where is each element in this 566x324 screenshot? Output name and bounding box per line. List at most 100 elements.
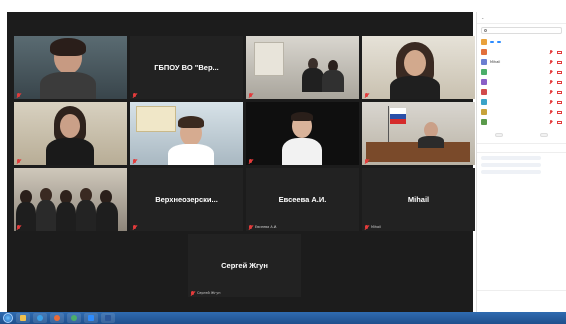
participant-name: Mihail xyxy=(490,60,501,64)
invite-button[interactable] xyxy=(495,133,504,137)
participant-search[interactable] xyxy=(481,27,562,34)
taskbar xyxy=(0,312,566,324)
participant-row[interactable] xyxy=(477,87,566,97)
side-panel: ⌄ Mihail xyxy=(476,12,566,312)
video-tile[interactable] xyxy=(246,102,359,165)
participant-name: Mihail xyxy=(407,195,430,204)
avatar xyxy=(481,109,487,115)
video-tile[interactable]: Mihail Mihail xyxy=(362,168,475,231)
participant-row[interactable]: Mihail xyxy=(477,57,566,67)
video-tile[interactable]: Евсеева А.И. Евсеева А.И. xyxy=(246,168,359,231)
taskbar-app-zoom[interactable] xyxy=(84,313,98,323)
mic-muted-icon xyxy=(364,158,369,164)
participant-name: Евсеева А.И. xyxy=(278,195,327,204)
chrome-icon xyxy=(71,315,77,321)
avatar xyxy=(481,119,487,125)
video-tile[interactable] xyxy=(362,36,475,99)
mic-muted-icon xyxy=(364,224,369,230)
camera-off-icon xyxy=(557,90,562,94)
avatar xyxy=(481,79,487,85)
tile-caption xyxy=(364,158,371,164)
participant-action-button[interactable] xyxy=(497,41,501,43)
taskbar-app-explorer[interactable] xyxy=(16,313,30,323)
chat-header xyxy=(477,143,566,153)
participant-row[interactable] xyxy=(477,37,566,47)
video-tile[interactable] xyxy=(14,36,127,99)
taskbar-app-ie[interactable] xyxy=(33,313,47,323)
document-icon xyxy=(105,315,111,321)
mic-muted-icon xyxy=(549,90,553,94)
mic-muted-icon xyxy=(16,158,21,164)
video-tile[interactable] xyxy=(14,102,127,165)
mic-muted-icon xyxy=(549,120,553,124)
mic-muted-icon xyxy=(190,290,195,296)
mic-muted-icon xyxy=(549,110,553,114)
mic-muted-icon xyxy=(132,92,137,98)
video-tile-active-speaker[interactable] xyxy=(362,102,475,165)
participant-row[interactable] xyxy=(477,97,566,107)
chat-recipient-row xyxy=(477,291,566,295)
mic-muted-icon xyxy=(16,92,21,98)
video-tile[interactable] xyxy=(14,168,127,231)
mic-muted-icon xyxy=(549,70,553,74)
tile-caption xyxy=(248,158,255,164)
video-tile[interactable]: Верхнеозерски... xyxy=(130,168,243,231)
video-tile[interactable]: Сергей Жгун Сергей Жгун xyxy=(188,234,301,297)
camera-off-icon xyxy=(557,110,562,114)
avatar xyxy=(481,69,487,75)
participant-action-button[interactable] xyxy=(490,41,494,43)
chat-message xyxy=(481,163,541,167)
participant-row[interactable] xyxy=(477,117,566,127)
chat-message xyxy=(481,156,541,160)
tile-caption xyxy=(132,224,139,230)
participants-actions xyxy=(477,131,566,139)
chat-message xyxy=(481,170,541,174)
avatar xyxy=(481,59,487,65)
start-button[interactable] xyxy=(3,313,13,323)
mic-muted-icon xyxy=(248,158,253,164)
mic-muted-icon xyxy=(549,100,553,104)
participant-row[interactable] xyxy=(477,107,566,117)
mute-all-button[interactable] xyxy=(539,133,548,137)
avatar xyxy=(481,99,487,105)
video-tile[interactable]: ГБПОУ ВО "Вер... xyxy=(130,36,243,99)
participant-name: Верхнеозерски... xyxy=(155,195,218,204)
participant-name: ГБПОУ ВО "Вер... xyxy=(154,63,219,72)
mic-muted-icon xyxy=(248,92,253,98)
video-tile[interactable] xyxy=(130,102,243,165)
browser-icon xyxy=(37,315,43,321)
mic-muted-icon xyxy=(549,50,553,54)
chevron-down-icon[interactable]: ⌄ xyxy=(481,15,484,20)
tile-caption xyxy=(16,224,23,230)
avatar xyxy=(481,49,487,55)
mic-muted-icon xyxy=(132,224,137,230)
participant-row[interactable] xyxy=(477,77,566,87)
camera-off-icon xyxy=(557,80,562,84)
tile-caption: Евсеева А.И. xyxy=(248,224,277,230)
participant-search-input[interactable] xyxy=(489,28,559,33)
mic-muted-icon xyxy=(364,92,369,98)
taskbar-app-chrome[interactable] xyxy=(67,313,81,323)
camera-off-icon xyxy=(557,70,562,74)
tile-caption: Mihail xyxy=(364,224,381,230)
tile-caption xyxy=(364,92,371,98)
mic-muted-icon xyxy=(549,60,553,64)
taskbar-app-word[interactable] xyxy=(101,313,115,323)
tile-caption: Сергей Жгун xyxy=(190,290,220,296)
chat-message-input[interactable] xyxy=(481,307,561,311)
taskbar-app-media[interactable] xyxy=(50,313,64,323)
tile-caption xyxy=(132,92,139,98)
participant-row[interactable] xyxy=(477,47,566,57)
mic-muted-icon xyxy=(132,158,137,164)
tile-caption xyxy=(132,158,139,164)
camera-off-icon xyxy=(557,50,562,54)
tile-caption xyxy=(16,158,23,164)
participant-name: Сергей Жгун xyxy=(221,261,268,270)
camera-off-icon xyxy=(557,60,562,64)
video-gallery: ГБПОУ ВО "Вер... Верхнеозерски... Евсеев… xyxy=(7,12,475,312)
mic-muted-icon xyxy=(549,80,553,84)
video-tile[interactable] xyxy=(246,36,359,99)
camera-off-icon xyxy=(557,100,562,104)
folder-icon xyxy=(20,315,26,321)
participant-row[interactable] xyxy=(477,67,566,77)
